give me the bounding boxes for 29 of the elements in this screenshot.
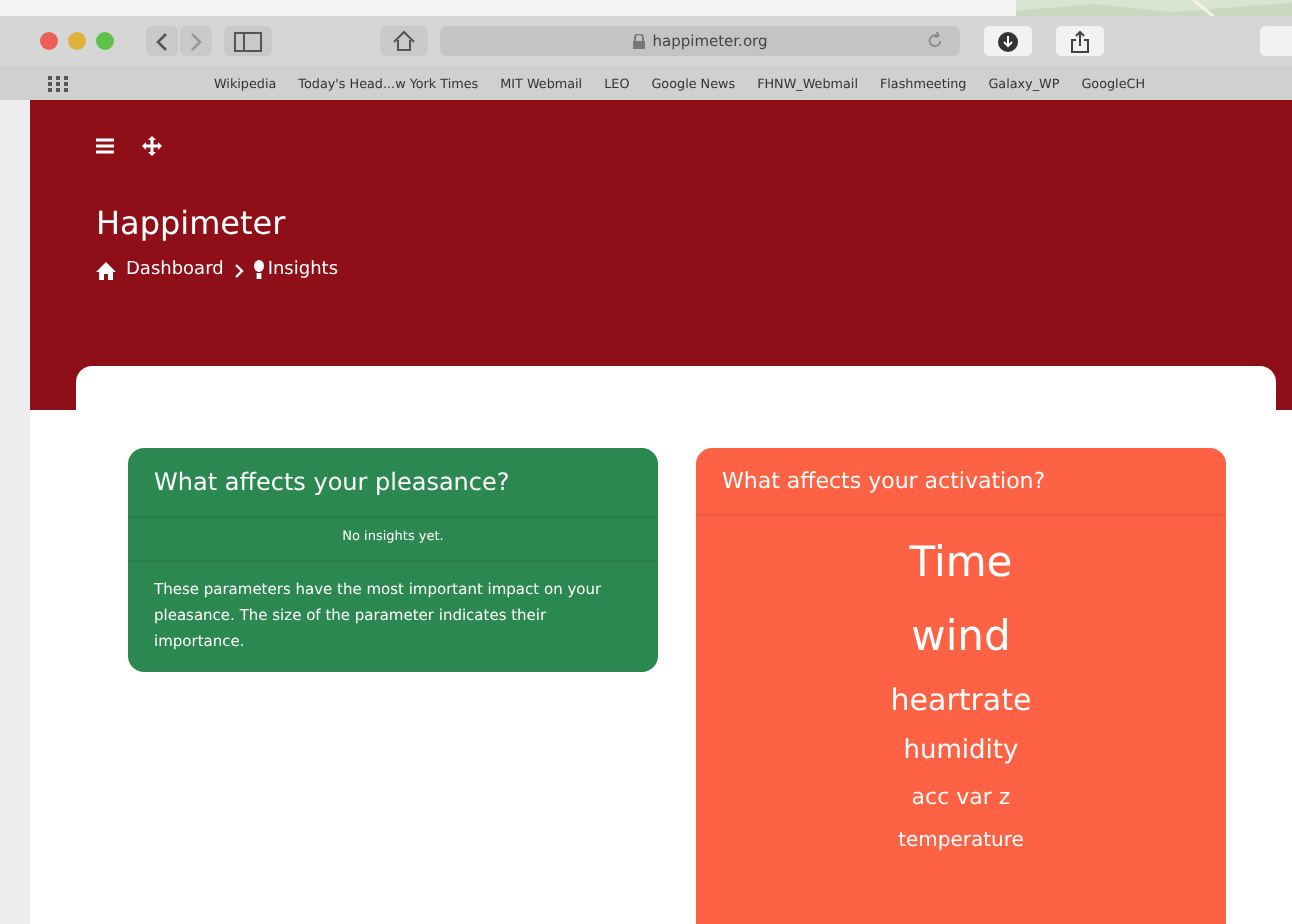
download-button[interactable]: [984, 26, 1032, 56]
parameter-label: temperature: [898, 830, 1024, 853]
card-title: What affects your activation?: [696, 448, 1226, 516]
parameter-label: wind: [911, 614, 1011, 661]
breadcrumb-link[interactable]: Dashboard: [126, 260, 224, 280]
move-icon[interactable]: [142, 136, 162, 156]
download-icon: [998, 31, 1018, 51]
breadcrumb-current: Insights: [267, 260, 339, 280]
grid-icon[interactable]: [48, 75, 68, 91]
sidebar-button[interactable]: [224, 26, 272, 56]
parameter-label: acc var z: [911, 785, 1011, 811]
chevron-left-icon: [154, 31, 170, 51]
parameter-label: humidity: [903, 737, 1019, 766]
menu-icon[interactable]: [96, 138, 114, 154]
back-button[interactable]: [146, 26, 178, 56]
lightbulb-icon: [253, 260, 264, 280]
sidebar-icon: [234, 31, 262, 51]
home-icon: [392, 30, 416, 52]
chevron-right-icon: [188, 31, 204, 51]
share-button[interactable]: [1056, 26, 1104, 56]
page-title: Happimeter: [96, 204, 288, 242]
card-title: What affects your pleasance?: [128, 448, 658, 518]
chevron-icon: [233, 263, 244, 277]
share-icon: [1070, 29, 1090, 53]
lock-icon: [632, 33, 647, 49]
home-button[interactable]: [380, 26, 428, 56]
parameter-label: Time: [909, 540, 1013, 587]
parameter-label: heartrate: [890, 684, 1032, 718]
home-icon: [96, 261, 116, 279]
